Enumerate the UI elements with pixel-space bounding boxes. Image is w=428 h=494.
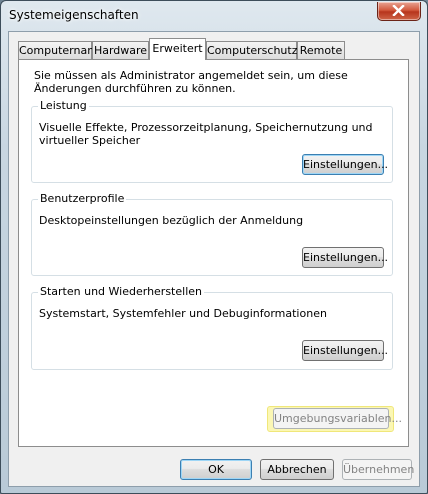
starten-settings-button[interactable]: Einstellungen... [302, 340, 388, 361]
group-title: Benutzerprofile [38, 192, 127, 205]
group-leistung: Leistung Visuelle Effekte, Prozessorzeit… [31, 99, 393, 183]
ok-button[interactable]: OK [180, 459, 252, 480]
leistung-settings-button[interactable]: Einstellungen... [302, 154, 388, 175]
window-title: Systemeigenschaften [9, 8, 139, 22]
tab-computername[interactable]: Computername [18, 41, 105, 59]
group-description: Desktopeinstellungen bezüglich der Anmel… [39, 214, 304, 227]
tab-computerschutz[interactable]: Computerschutz [206, 41, 298, 59]
group-description: Systemstart, Systemfehler und Debuginfor… [39, 307, 327, 320]
title-bar[interactable]: Systemeigenschaften [1, 1, 427, 31]
admin-note: Sie müssen als Administrator angemeldet … [34, 69, 348, 95]
tab-panel-erweitert: Sie müssen als Administrator angemeldet … [18, 59, 409, 447]
group-description: Visuelle Effekte, Prozessorzeitplanung, … [39, 121, 373, 147]
environment-variables-button[interactable]: Umgebungsvariablen... [273, 408, 402, 429]
close-icon [392, 5, 405, 16]
cancel-button[interactable]: Abbrechen [260, 459, 334, 480]
group-title: Starten und Wiederherstellen [38, 285, 204, 298]
group-benutzerprofile: Benutzerprofile Desktopeinstellungen bez… [31, 192, 393, 276]
benutzerprofile-settings-button[interactable]: Einstellungen... [302, 247, 388, 268]
group-starten-wiederherstellen: Starten und Wiederherstellen Systemstart… [31, 285, 393, 370]
dialog-client-area: Computername Hardware Erweitert Computer… [8, 31, 420, 487]
apply-button[interactable]: Übernehmen [342, 459, 414, 480]
tab-hardware[interactable]: Hardware [92, 41, 149, 59]
tab-remote[interactable]: Remote [297, 41, 345, 59]
close-button[interactable] [377, 2, 421, 21]
system-properties-window: Systemeigenschaften Computername Hardwar… [0, 0, 428, 494]
group-title: Leistung [38, 99, 89, 112]
tab-erweitert[interactable]: Erweitert [149, 38, 206, 60]
